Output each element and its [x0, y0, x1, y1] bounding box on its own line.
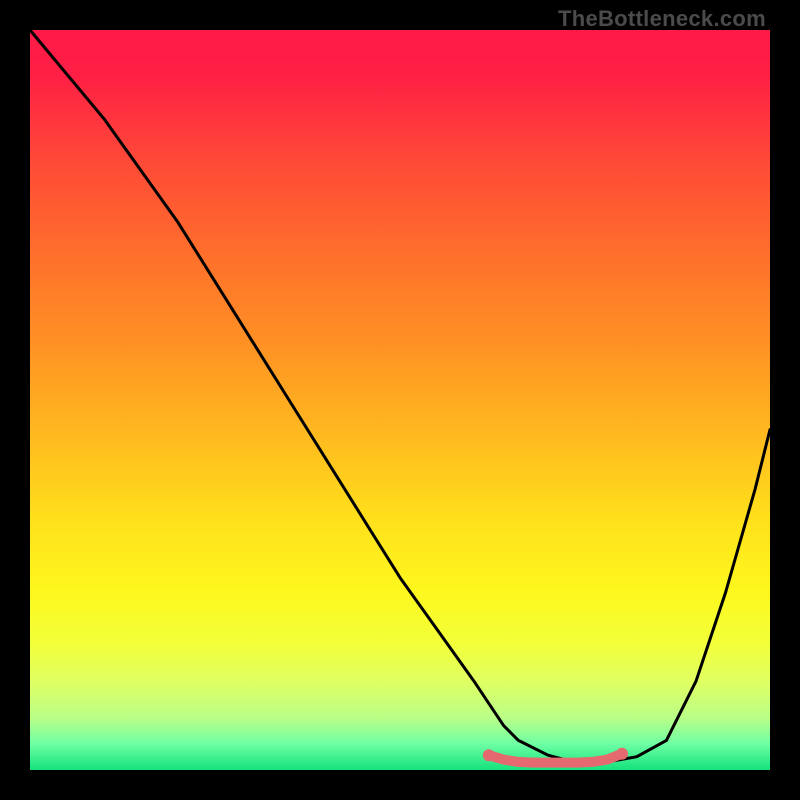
- bottleneck-curve: [30, 30, 770, 763]
- optimal-end-dot: [483, 749, 495, 761]
- optimal-highlight: [489, 754, 622, 763]
- optimal-end-dot: [616, 748, 628, 760]
- frame: TheBottleneck.com: [0, 0, 800, 800]
- plot-area: [30, 30, 770, 770]
- watermark-text: TheBottleneck.com: [558, 6, 766, 32]
- curve-layer: [30, 30, 770, 770]
